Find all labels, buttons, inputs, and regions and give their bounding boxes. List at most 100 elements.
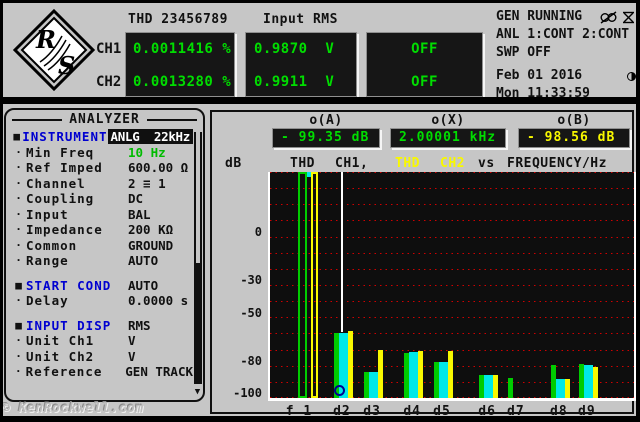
x-axis-ticks: f 1 d2 d3 d4 d5 d6 d7 d8 d9 [268, 404, 636, 420]
cursor-x-label: o(X) [431, 113, 465, 128]
analyzer-row-start-cond[interactable]: ■ START COND AUTO [11, 278, 193, 294]
row-bullet: ■ [13, 130, 20, 144]
logo-letter-s: S [58, 51, 75, 80]
gridline [270, 285, 634, 286]
y-tick-label: -30 [240, 273, 262, 288]
input-rms-title: Input RMS [263, 12, 338, 27]
row-value[interactable]: GEN TRACK [125, 364, 193, 379]
analyzer-settings-panel: ANALYZER ■ INSTRUMENT ANLG 22kHz · Min Freq 1… [4, 108, 205, 402]
analyzer-row-instrument[interactable]: ■ INSTRUMENT ANLG 22kHz [11, 129, 193, 145]
monitor-disabled-icon [623, 11, 634, 23]
row-bullet: · [15, 334, 22, 348]
analyzer-row-channel[interactable]: · Channel 2 ≡ 1 [11, 176, 193, 192]
y-tick-label: -100 [233, 386, 262, 401]
row-label: Common [26, 237, 78, 253]
row-label: Channel [26, 175, 86, 191]
row-bullet: · [15, 365, 22, 379]
rohde-schwarz-logo: R S [12, 8, 96, 92]
title-x-axis: FREQUENCY/Hz [507, 156, 607, 171]
aux-ch1-value: OFF [411, 41, 438, 57]
row-value[interactable]: 600.00 Ω [128, 160, 188, 175]
row-bullet: · [15, 254, 22, 268]
row-label: Reference [25, 364, 103, 380]
row-bullet: · [15, 207, 22, 221]
cursor-b-readout: - 98.56 dB [518, 128, 630, 148]
row-bullet: ■ [15, 278, 22, 292]
row-value[interactable]: V [128, 349, 136, 364]
analyzer-row-min-freq[interactable]: · Min Freq 10 Hz [11, 145, 193, 161]
panel-title: ANALYZER [6, 112, 203, 127]
bar-ch2 [378, 350, 384, 398]
rms-ch2-value: 0.9911 V [254, 74, 335, 90]
row-bullet: ■ [15, 318, 22, 332]
row-bullet: · [15, 161, 22, 175]
row-value[interactable]: 200 KΩ [128, 222, 173, 237]
row-spacer [11, 269, 193, 278]
analyzer-row-input[interactable]: · Input BAL [11, 207, 193, 223]
panel-scrollbar[interactable] [194, 132, 202, 384]
instrument-screen: R S THD 23456789 Input RMS CH1 CH2 0.001… [0, 0, 640, 422]
row-value[interactable]: DC [128, 191, 143, 206]
watermark: © KenRockwell.com [2, 401, 144, 416]
analyzer-row-reference[interactable]: · Reference GEN TRACK [11, 364, 193, 380]
analyzer-status: ANL 1:CONT 2:CONT [496, 27, 630, 42]
analyzer-row-ref-imped[interactable]: · Ref Imped 600.00 Ω [11, 160, 193, 176]
row-bullet: · [15, 192, 22, 206]
row-value[interactable]: RMS [128, 318, 151, 333]
half-circle-icon [627, 71, 636, 81]
gridline [270, 236, 634, 238]
scrollbar-thumb[interactable] [196, 263, 200, 384]
analyzer-row-common[interactable]: · Common GROUND [11, 238, 193, 254]
ch2-label: CH2 [96, 74, 122, 90]
analyzer-row-unit-ch1[interactable]: · Unit Ch1 V [11, 333, 193, 349]
scroll-down-arrow-icon[interactable]: ▼ [192, 386, 203, 398]
ch1-label: CH1 [96, 41, 122, 57]
thd-ch1-value: 0.0011416 % [133, 41, 232, 57]
gridline [270, 172, 634, 173]
row-value[interactable]: AUTO [128, 278, 158, 293]
row-label: START COND [26, 277, 112, 293]
chart-panel: o(A) o(X) o(B) - 99.35 dB 2.00001 kHz - … [210, 110, 636, 422]
row-label: Unit Ch1 [26, 333, 95, 349]
cursor-line[interactable] [340, 172, 343, 333]
y-unit-label: dB [225, 156, 242, 171]
y-tick-label: 0 [254, 225, 262, 239]
gridline [270, 204, 634, 206]
analyzer-row-unit-ch2[interactable]: · Unit Ch2 V [11, 349, 193, 365]
row-bullet: · [15, 145, 22, 159]
analyzer-row-impedance[interactable]: · Impedance 200 KΩ [11, 222, 193, 238]
analyzer-row-coupling[interactable]: · Coupling DC [11, 191, 193, 207]
sweep-status: SWP OFF [496, 45, 551, 60]
thd-function-title: THD 23456789 [128, 12, 228, 27]
analyzer-row-delay[interactable]: · Delay 0.0000 s [11, 293, 193, 309]
gridline [270, 317, 634, 319]
row-value[interactable]: V [128, 333, 136, 348]
row-value[interactable]: AUTO [128, 253, 158, 268]
row-value[interactable]: ANLG 22kHz [107, 129, 193, 145]
row-value[interactable]: GROUND [128, 238, 173, 253]
x-tick-label-f1: f 1 [285, 404, 313, 419]
cursor-b-label: o(B) [557, 113, 591, 128]
input-rms-readout-box: 0.9870 V 0.9911 V [245, 32, 357, 97]
row-value[interactable]: BAL [128, 207, 151, 222]
title-thd-ch1: THD [290, 156, 315, 171]
bar-ch2 [493, 374, 499, 398]
chart-title-row: dB THD CH1, THD CH2 vs FREQUENCY/Hz [212, 156, 632, 171]
cursor-a-readout: - 99.35 dB [272, 128, 380, 148]
y-axis-ticks: 0-30-50-80-100-120-140 [216, 172, 264, 422]
thd-ch2-value: 0.0013280 % [133, 74, 232, 90]
analyzer-row-range[interactable]: · Range AUTO [11, 253, 193, 269]
bar-aux [583, 365, 593, 398]
title-ch2: CH2 [440, 156, 465, 171]
row-value[interactable]: 10 Hz [128, 145, 166, 160]
analyzer-row-input-disp[interactable]: ■ INPUT DISP RMS [11, 318, 193, 334]
title-thd-ch2: THD [395, 156, 420, 171]
gridline [270, 252, 634, 254]
bar-ch1 [507, 377, 513, 398]
row-value[interactable]: 2 ≡ 1 [128, 176, 166, 191]
row-label: Input [26, 206, 69, 222]
x-tick-label-d3: d3 [363, 404, 381, 419]
cursor-x-readout: 2.00001 kHz [390, 128, 506, 148]
status-block: GEN RUNNING ANL 1:CONT 2:CONT SWP OFF Fe… [496, 8, 636, 103]
row-value[interactable]: 0.0000 s [128, 293, 188, 308]
